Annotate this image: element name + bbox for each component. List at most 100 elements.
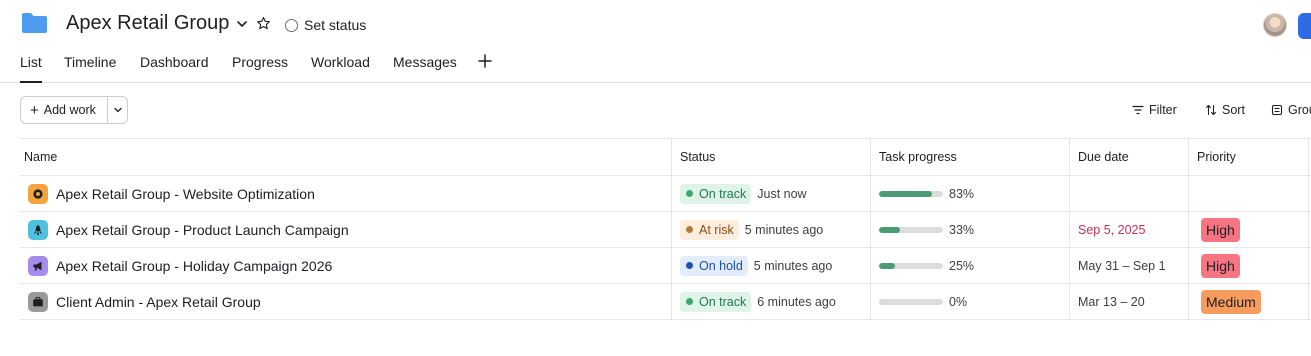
sort-label: Sort [1222, 103, 1245, 117]
priority-cell[interactable]: High [1189, 248, 1309, 283]
due-date-cell[interactable] [1070, 176, 1189, 211]
status-time: 6 minutes ago [757, 294, 836, 309]
due-date-cell[interactable]: Sep 5, 2025 [1070, 212, 1189, 247]
column-header-status[interactable]: Status [672, 139, 871, 175]
status-time: 5 minutes ago [753, 258, 833, 273]
status-dot-icon [686, 190, 693, 197]
priority-cell[interactable]: Medium [1189, 284, 1309, 319]
add-work-label: Add work [43, 103, 96, 117]
status-badge[interactable]: At risk [680, 219, 739, 240]
progress-cell: 83% [871, 176, 1070, 211]
group-label: Grou [1288, 103, 1311, 117]
avatar[interactable] [1263, 13, 1287, 37]
share-button[interactable] [1298, 13, 1311, 39]
progress-bar [879, 298, 943, 305]
project-name-cell[interactable]: Apex Retail Group - Website Optimization [20, 176, 672, 211]
progress-bar [879, 262, 943, 269]
rocket-icon [28, 219, 48, 240]
add-work-button[interactable]: + Add work [21, 97, 108, 123]
due-date-cell[interactable]: May 31 – Sep 1 [1070, 248, 1189, 283]
column-header-due-date[interactable]: Due date [1070, 139, 1189, 175]
status-time: 5 minutes ago [744, 222, 824, 237]
status-circle-icon [285, 18, 298, 32]
group-button[interactable]: Grou [1271, 102, 1311, 118]
status-label: On track [699, 186, 747, 201]
tab-list[interactable]: List [20, 54, 42, 83]
view-tabs: List Timeline Dashboard Progress Workloa… [0, 48, 1311, 83]
status-label: On hold [699, 258, 743, 273]
progress-bar-fill [879, 262, 895, 269]
column-header-priority[interactable]: Priority [1189, 139, 1309, 175]
status-cell[interactable]: On track 6 minutes ago [672, 284, 871, 319]
progress-bar [879, 190, 943, 197]
sort-icon [1205, 104, 1217, 116]
progress-percent: 0% [949, 294, 968, 309]
add-tab-icon[interactable] [478, 54, 492, 68]
filter-label: Filter [1149, 103, 1177, 117]
megaphone-icon [28, 255, 48, 276]
progress-cell: 0% [871, 284, 1070, 319]
table-row[interactable]: Apex Retail Group - Website Optimization… [20, 176, 1311, 212]
status-badge[interactable]: On hold [680, 255, 748, 276]
gear-icon [28, 183, 48, 204]
project-title: Apex Retail Group [66, 12, 230, 34]
priority-badge[interactable]: High [1201, 253, 1240, 278]
star-icon[interactable] [256, 16, 271, 31]
project-name-cell[interactable]: Apex Retail Group - Product Launch Campa… [20, 212, 672, 247]
tab-dashboard[interactable]: Dashboard [140, 54, 209, 82]
priority-badge[interactable]: High [1201, 217, 1240, 242]
tab-timeline[interactable]: Timeline [64, 54, 116, 82]
status-cell[interactable]: At risk 5 minutes ago [672, 212, 871, 247]
plus-icon: + [30, 101, 39, 119]
table-header: Name Status Task progress Due date Prior… [20, 138, 1311, 176]
project-name-cell[interactable]: Client Admin - Apex Retail Group [20, 284, 672, 319]
add-work-dropdown[interactable] [108, 97, 127, 123]
due-date: May 31 – Sep 1 [1078, 258, 1166, 273]
status-cell[interactable]: On track Just now [672, 176, 871, 211]
table-row[interactable]: Apex Retail Group - Product Launch Campa… [20, 212, 1311, 248]
status-badge[interactable]: On track [680, 291, 752, 312]
progress-cell: 33% [871, 212, 1070, 247]
progress-bar-fill [879, 190, 933, 197]
priority-cell[interactable] [1189, 176, 1309, 211]
add-work-button-group: + Add work [20, 96, 128, 124]
column-header-name[interactable]: Name [20, 139, 672, 175]
progress-bar [879, 226, 943, 233]
progress-percent: 83% [949, 186, 975, 201]
status-dot-icon [686, 226, 693, 233]
table-row[interactable]: Apex Retail Group - Holiday Campaign 202… [20, 248, 1311, 284]
set-status-label: Set status [304, 17, 367, 33]
progress-cell: 25% [871, 248, 1070, 283]
status-label: At risk [699, 222, 734, 237]
progress-bar-fill [879, 226, 901, 233]
status-badge[interactable]: On track [680, 183, 752, 204]
project-header: Apex Retail Group Set status [0, 0, 1311, 48]
folder-icon [22, 13, 47, 33]
project-name: Apex Retail Group - Website Optimization [56, 185, 315, 202]
group-icon [1271, 104, 1283, 116]
tab-messages[interactable]: Messages [393, 54, 457, 82]
set-status-button[interactable]: Set status [285, 17, 366, 33]
chevron-down-icon [113, 107, 122, 113]
project-name: Client Admin - Apex Retail Group [56, 293, 261, 310]
priority-badge[interactable]: Medium [1201, 289, 1261, 314]
due-date-cell[interactable]: Mar 13 – 20 [1070, 284, 1189, 319]
due-date: Sep 5, 2025 [1078, 222, 1146, 237]
filter-icon [1132, 105, 1144, 115]
status-dot-icon [686, 298, 693, 305]
filter-button[interactable]: Filter [1132, 102, 1177, 118]
tab-progress[interactable]: Progress [232, 54, 288, 82]
status-cell[interactable]: On hold 5 minutes ago [672, 248, 871, 283]
tab-workload[interactable]: Workload [311, 54, 370, 82]
project-name-cell[interactable]: Apex Retail Group - Holiday Campaign 202… [20, 248, 672, 283]
progress-percent: 33% [949, 222, 975, 237]
table-row[interactable]: Client Admin - Apex Retail Group On trac… [20, 284, 1311, 320]
status-time: Just now [757, 186, 807, 201]
status-dot-icon [686, 262, 693, 269]
progress-percent: 25% [949, 258, 975, 273]
priority-cell[interactable]: High [1189, 212, 1309, 247]
briefcase-icon [28, 291, 48, 312]
column-header-task-progress[interactable]: Task progress [871, 139, 1070, 175]
sort-button[interactable]: Sort [1205, 102, 1245, 118]
chevron-down-icon[interactable] [236, 18, 248, 30]
